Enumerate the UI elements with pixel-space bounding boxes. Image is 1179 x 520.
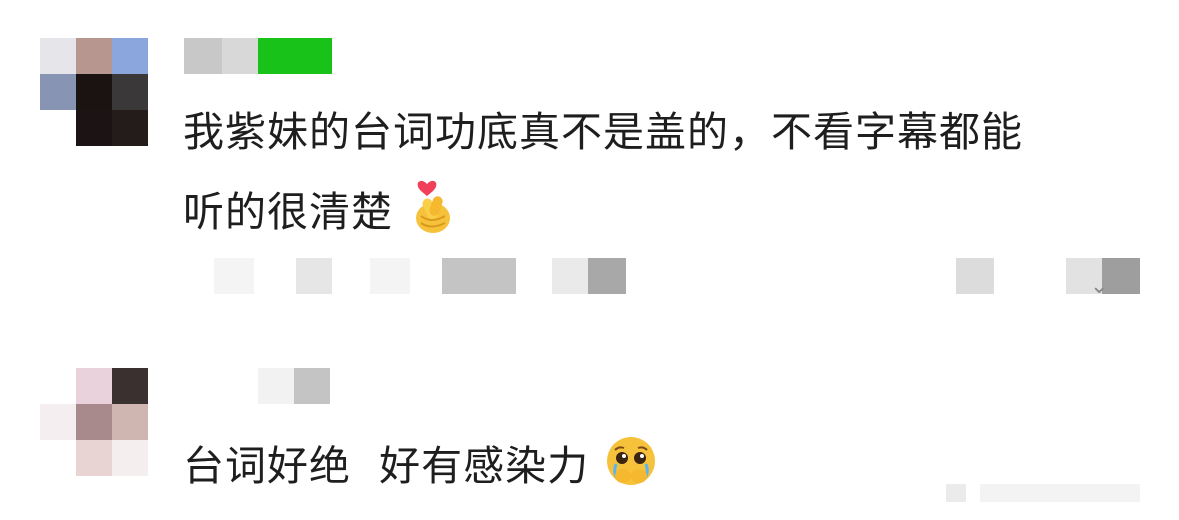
avatar[interactable] <box>40 368 148 476</box>
comment-text: 我紫妹的台词功底真不是盖的，不看字幕都能 <box>183 108 1023 156</box>
username[interactable] <box>184 368 330 404</box>
chevron-down-icon[interactable]: ⌄ <box>1090 274 1108 299</box>
comment-meta-bar: ⌄ <box>0 258 1179 299</box>
username[interactable] <box>184 38 332 74</box>
comment-text-continued: 听的很清楚 <box>183 178 455 252</box>
comment-text: 台词好绝 好有感染力 <box>183 442 590 490</box>
comment-meta-bar <box>0 484 1179 520</box>
avatar[interactable] <box>40 38 148 146</box>
comment-item: 我紫妹的台词功底真不是盖的，不看字幕都能 听的很清楚 ⌄ <box>0 0 1179 340</box>
finger-heart-emoji-icon <box>407 178 455 252</box>
comment-text-line2: 听的很清楚 <box>183 188 393 236</box>
